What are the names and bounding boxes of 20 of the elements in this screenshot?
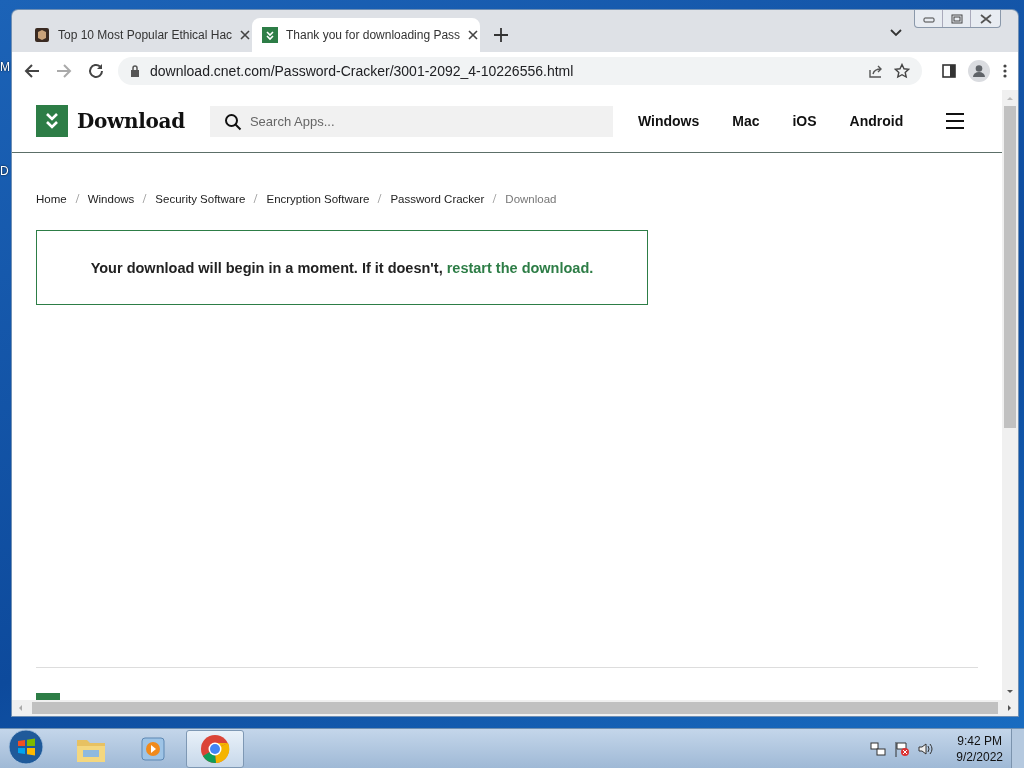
breadcrumb-link[interactable]: Home xyxy=(36,193,67,205)
nav-link[interactable]: iOS xyxy=(792,113,817,129)
address-bar[interactable]: download.cnet.com/Password-Cracker/3001-2092_4-10226556.html xyxy=(118,57,922,85)
download-message: Your download will begin in a moment. If it doesn't, restart the download. xyxy=(90,259,594,276)
site-logo-text[interactable]: Download xyxy=(77,109,185,133)
restart-download-link[interactable]: restart the download. xyxy=(446,259,594,276)
nav-link[interactable]: Windows xyxy=(637,113,700,129)
browser-tab[interactable]: Thank you for downloading Pass xyxy=(252,18,480,52)
breadcrumb-link[interactable]: Encryption Software xyxy=(266,193,370,205)
breadcrumb-link[interactable]: Security Software xyxy=(155,193,246,205)
clock[interactable]: 9:42 PM 9/2/2022 xyxy=(956,732,1003,765)
search-field[interactable]: Search Apps... xyxy=(209,105,613,137)
breadcrumb-link[interactable]: Windows xyxy=(87,193,135,205)
breadcrumb-link[interactable]: Download xyxy=(505,193,557,205)
desktop-icon-label[interactable]: D xyxy=(0,164,9,178)
browser-tab[interactable]: Top 10 Most Popular Ethical Hac xyxy=(24,18,252,52)
desktop-icon-label[interactable]: M xyxy=(0,60,10,74)
nav-link[interactable]: Android xyxy=(849,113,904,129)
nav-link[interactable]: Mac xyxy=(732,113,760,129)
breadcrumb-link[interactable]: Password Cracker xyxy=(390,193,485,205)
